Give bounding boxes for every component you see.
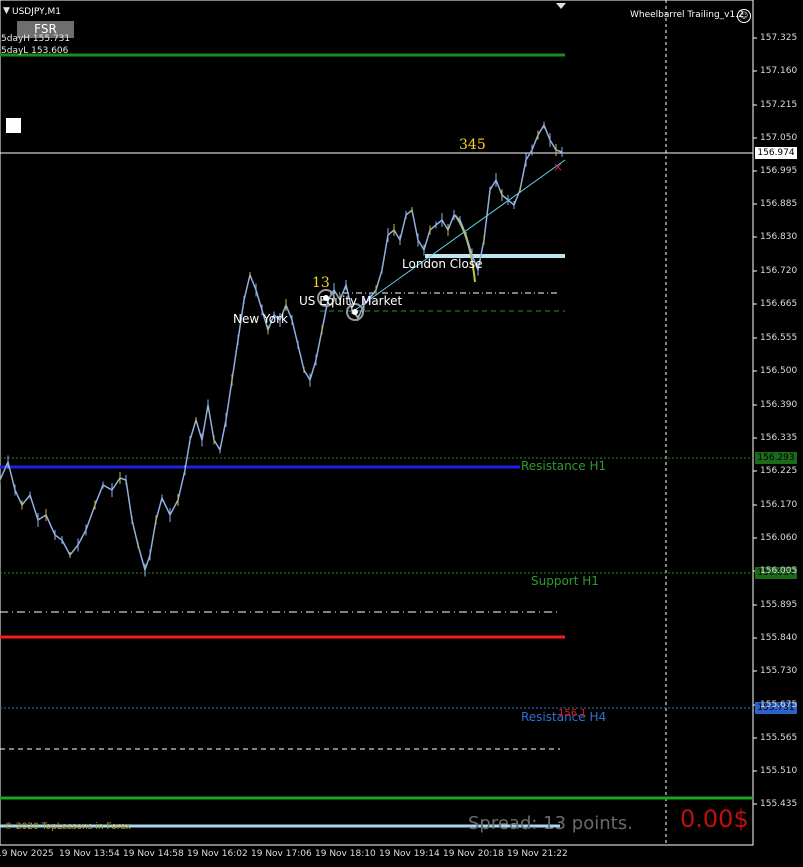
equity-marker-2-dot <box>352 309 358 315</box>
price-axis-label: 156.060 <box>760 533 798 543</box>
toggle-checkbox[interactable] <box>6 118 21 133</box>
time-axis-label: 19 Nov 21:22 <box>507 849 568 859</box>
resistance-h4-price-label: 156.1 <box>558 708 587 719</box>
time-axis-label: 19 Nov 2025 <box>0 849 54 859</box>
price-axis-label: 156.225 <box>760 466 798 476</box>
time-axis-label: 19 Nov 18:10 <box>315 849 376 859</box>
price-axis-label: 156.885 <box>760 199 798 209</box>
london-close-label: London Close <box>402 257 483 271</box>
resistance-h1-tag: 156.293 <box>755 452 797 464</box>
price-axis-label: 156.390 <box>760 400 798 410</box>
price-axis-label: 155.895 <box>760 600 798 610</box>
copyright-text: © 2020 TopLessons in Forex <box>4 822 131 832</box>
time-axis-label: 19 Nov 14:58 <box>123 849 184 859</box>
support-h1-label: Support H1 <box>531 574 599 588</box>
time-axis-label: 19 Nov 13:54 <box>59 849 120 859</box>
price-axis-label: 155.435 <box>760 799 798 809</box>
price-axis-label: 157.215 <box>760 100 798 110</box>
price-axis-label: 156.665 <box>760 299 798 309</box>
price-axis-label: 155.840 <box>760 633 798 643</box>
chart-title-arrow: ▼ <box>3 6 10 16</box>
current-price-tag: 156.974 <box>755 147 797 159</box>
price-axis-label: 156.335 <box>760 433 798 443</box>
price-axis-label: 156.995 <box>760 166 798 176</box>
profit-text: 0.00$ <box>680 805 749 833</box>
price-axis-label: 157.160 <box>760 66 798 76</box>
price-axis-label: 156.500 <box>760 366 798 376</box>
time-axis-label: 19 Nov 20:18 <box>443 849 504 859</box>
price-axis-label: 157.325 <box>760 33 798 43</box>
time-axis-label: 19 Nov 17:06 <box>251 849 312 859</box>
five-day-low-label: 5dayL 153.606 <box>1 46 69 56</box>
us-equity-label: US Equity Market <box>299 294 403 308</box>
price-axis-label: 156.720 <box>760 266 798 276</box>
price-axis-label: 155.565 <box>760 733 798 743</box>
price-axis-label: 157.050 <box>760 133 798 143</box>
new-york-label: New York <box>233 312 288 326</box>
chart-frame <box>0 0 754 846</box>
spread-text: Spread: 13 points. <box>468 813 633 834</box>
price-axis-label: 155.730 <box>760 666 798 676</box>
ea-name: Wheelbarrel Trailing_v1.2 <box>630 10 744 20</box>
time-axis-label: 19 Nov 16:02 <box>187 849 248 859</box>
price-axis-label: 156.830 <box>760 232 798 242</box>
price-axis-label: 156.005 <box>760 566 798 576</box>
price-axis-label: 156.555 <box>760 333 798 343</box>
count-345: 345 <box>459 137 486 153</box>
symbol-title: USDJPY,M1 <box>12 7 61 17</box>
scroll-arrow-icon[interactable] <box>556 3 566 9</box>
price-axis-label: 156.170 <box>760 500 798 510</box>
five-day-high-label: 5dayH 155.731 <box>1 34 71 44</box>
count-13: 13 <box>312 275 330 291</box>
resistance-h1-label: Resistance H1 <box>521 459 607 473</box>
time-axis-label: 19 Nov 19:14 <box>379 849 440 859</box>
price-axis-label: 155.675 <box>760 700 798 710</box>
cross-marker: × <box>553 160 563 174</box>
price-chart[interactable]: × <box>0 0 803 867</box>
ea-smile-icon[interactable]: ☺ <box>737 9 751 23</box>
price-axis-label: 155.510 <box>760 766 798 776</box>
